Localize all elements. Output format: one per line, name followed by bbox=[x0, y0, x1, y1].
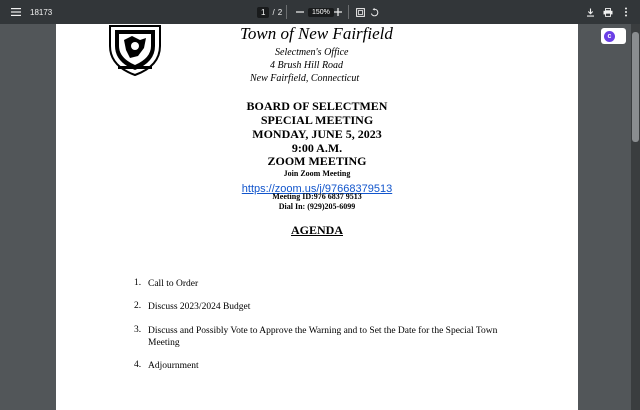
office-address: 4 Brush Hill Road bbox=[270, 60, 344, 71]
town-seal-icon bbox=[109, 25, 161, 76]
office-name: Selectmen's Office bbox=[275, 47, 349, 58]
agenda-item-number: 1. bbox=[134, 278, 142, 288]
meeting-type: SPECIAL MEETING bbox=[260, 113, 374, 127]
dial-in: Dial In: (929)205-6099 bbox=[278, 202, 356, 211]
agenda-title: AGENDA bbox=[290, 223, 343, 237]
agenda-item-text: Discuss 2023/2024 Budget bbox=[148, 302, 251, 312]
extension-logo-icon: c bbox=[604, 30, 615, 42]
print-icon[interactable] bbox=[600, 4, 616, 20]
agenda-item-text: Discuss and Possibly Vote to Approve the… bbox=[148, 326, 498, 348]
join-label: Join Zoom Meeting bbox=[283, 169, 351, 178]
toolbar-divider bbox=[348, 5, 349, 19]
zoom-in-icon[interactable] bbox=[330, 4, 346, 20]
town-name: Town of New Fairfield bbox=[240, 24, 393, 43]
document-title: 18173 bbox=[30, 7, 53, 17]
board-title: BOARD OF SELECTMEN bbox=[246, 99, 388, 113]
agenda-item-number: 2. bbox=[134, 301, 142, 311]
download-icon[interactable] bbox=[582, 4, 598, 20]
page-separator: / bbox=[272, 7, 275, 17]
agenda-item-text: Adjournment bbox=[148, 361, 199, 371]
rotate-icon[interactable] bbox=[366, 4, 382, 20]
meeting-id: Meeting ID:976 6837 9513 bbox=[272, 192, 362, 201]
zoom-out-icon[interactable] bbox=[292, 4, 308, 20]
more-options-icon[interactable] bbox=[618, 4, 634, 20]
vertical-scrollbar[interactable] bbox=[631, 24, 640, 410]
agenda-item-text: Call to Order bbox=[148, 279, 199, 289]
meeting-format: ZOOM MEETING bbox=[267, 154, 367, 168]
toolbar-divider bbox=[286, 5, 287, 19]
extension-badge[interactable]: c bbox=[601, 28, 626, 44]
page-number-input[interactable]: 1 bbox=[257, 6, 270, 18]
meeting-date: MONDAY, JUNE 5, 2023 bbox=[252, 127, 382, 141]
scrollbar-thumb[interactable] bbox=[632, 32, 639, 142]
office-city: New Fairfield, Connecticut bbox=[250, 73, 360, 84]
menu-icon[interactable] bbox=[8, 4, 24, 20]
agenda-item-number: 4. bbox=[134, 360, 142, 370]
pdf-toolbar: 18173 1 / 2 150% bbox=[0, 0, 640, 24]
pdf-page: Town of New Fairfield Selectmen's Office… bbox=[56, 24, 578, 410]
page-total: 2 bbox=[277, 7, 283, 17]
agenda-item-number: 3. bbox=[134, 325, 142, 335]
pdf-viewer[interactable]: Town of New Fairfield Selectmen's Office… bbox=[0, 24, 640, 410]
